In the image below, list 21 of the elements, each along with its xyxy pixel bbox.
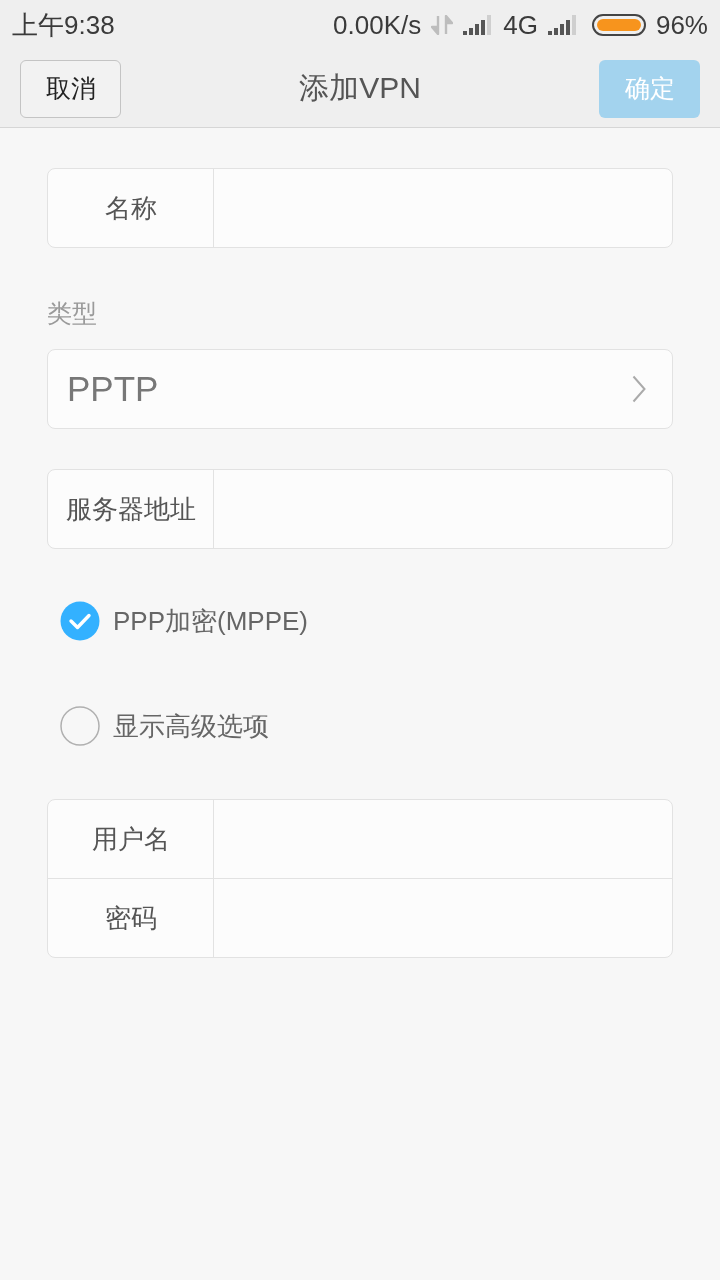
network-type: 4G [503, 10, 538, 40]
data-arrows-icon [431, 15, 454, 35]
type-select[interactable]: PPTP [47, 349, 673, 429]
field-label: 密码 [48, 879, 214, 957]
battery-icon [591, 14, 646, 36]
signal-icon [547, 15, 578, 35]
clock-time: 上午9:38 [12, 10, 115, 40]
checkbox-label: PPP加密(MPPE) [113, 604, 309, 638]
chevron-right-icon [632, 375, 646, 403]
battery-percent: 96% [655, 10, 708, 40]
cancel-button[interactable]: 取消 [20, 59, 121, 118]
checkbox[interactable] [60, 706, 100, 746]
checkbox-label: 显示高级选项 [113, 709, 269, 743]
section-label: 类型 [47, 298, 97, 329]
checkbox[interactable] [60, 601, 100, 641]
field-label: 名称 [48, 169, 214, 247]
field-label: 用户名 [48, 800, 214, 878]
network-speed: 0.00K/s [333, 10, 422, 40]
field-label: 服务器地址 [48, 470, 214, 548]
signal-icon [463, 15, 494, 35]
page-title: 添加VPN [299, 70, 421, 106]
